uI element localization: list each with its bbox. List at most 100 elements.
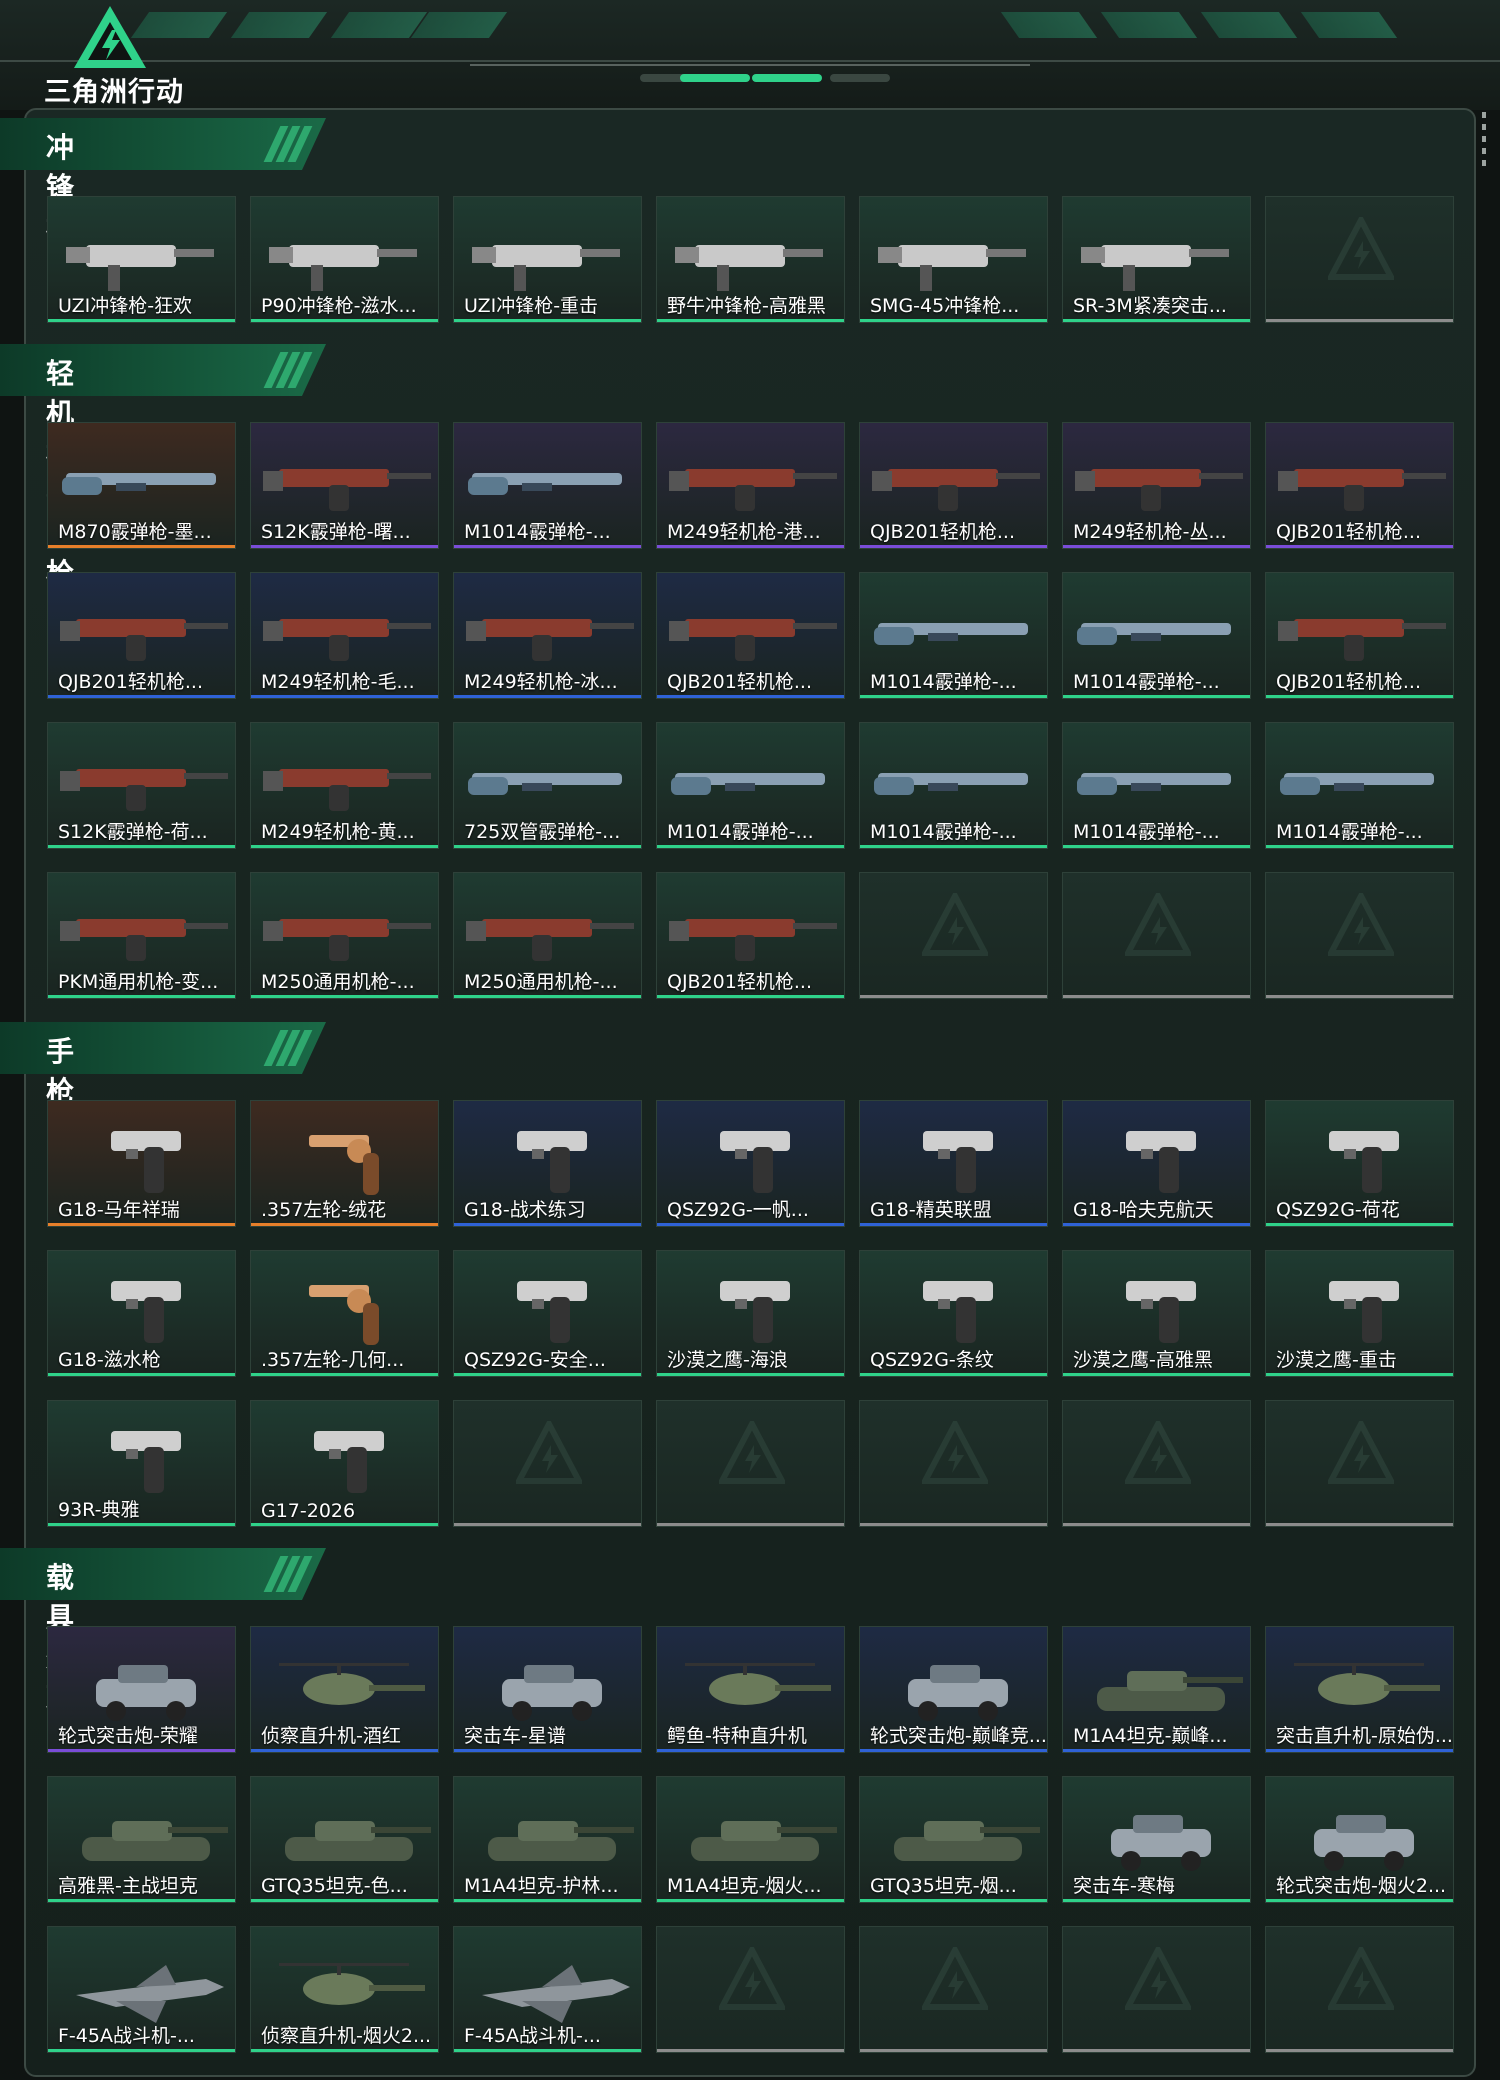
item-label: G18-精英联盟 <box>870 1199 992 1221</box>
shotgun-image-icon <box>671 773 825 795</box>
item-card[interactable]: .357左轮-几何... <box>250 1250 439 1377</box>
item-card[interactable]: 高雅黑-主战坦克 <box>47 1776 236 1903</box>
rarity-bar <box>251 1899 438 1902</box>
item-card[interactable]: M1014霰弹枪-... <box>859 572 1048 699</box>
item-card[interactable]: M1A4坦克-护林... <box>453 1776 642 1903</box>
item-card[interactable]: 725双管霰弹枪-... <box>453 722 642 849</box>
item-card[interactable]: 沙漠之鹰-高雅黑 <box>1062 1250 1251 1377</box>
item-card[interactable]: 侦察直升机-烟火2... <box>250 1926 439 2053</box>
item-card[interactable]: 突击车-星谱 <box>453 1626 642 1753</box>
item-card[interactable]: QJB201轻机枪... <box>1265 422 1454 549</box>
item-card[interactable]: QJB201轻机枪... <box>656 572 845 699</box>
lmg-image-icon <box>669 469 837 511</box>
item-card[interactable]: SR-3M紧凑突击... <box>1062 196 1251 323</box>
item-card[interactable]: M250通用机枪-... <box>250 872 439 999</box>
item-card[interactable]: G17-2026 <box>250 1400 439 1527</box>
item-card[interactable]: G18-马年祥瑞 <box>47 1100 236 1227</box>
revolver-image-icon <box>309 1135 379 1195</box>
item-card[interactable]: QJB201轻机枪... <box>1265 572 1454 699</box>
item-card[interactable]: M1014霰弹枪-... <box>859 722 1048 849</box>
item-label: UZI冲锋枪-狂欢 <box>58 295 193 317</box>
item-label: QSZ92G-安全... <box>464 1349 606 1371</box>
item-card[interactable]: M1014霰弹枪-... <box>656 722 845 849</box>
empty-slot <box>859 1400 1048 1527</box>
item-card[interactable]: 93R-典雅 <box>47 1400 236 1527</box>
item-card[interactable]: GTQ35坦克-烟... <box>859 1776 1048 1903</box>
item-label: PKM通用机枪-变... <box>58 971 219 993</box>
item-card[interactable]: QJB201轻机枪... <box>859 422 1048 549</box>
item-card[interactable]: S12K霰弹枪-曙... <box>250 422 439 549</box>
rarity-bar <box>860 1523 1047 1526</box>
rarity-bar <box>860 1899 1047 1902</box>
shotgun-image-icon <box>1077 773 1231 795</box>
empty-slot <box>1265 872 1454 999</box>
item-card[interactable]: 沙漠之鹰-海浪 <box>656 1250 845 1377</box>
scrollbar-handle[interactable] <box>1482 112 1486 172</box>
item-card[interactable]: 轮式突击炮-烟火2... <box>1265 1776 1454 1903</box>
item-card[interactable]: M249轻机枪-冰... <box>453 572 642 699</box>
item-card[interactable]: M1014霰弹枪-... <box>1062 572 1251 699</box>
rarity-bar <box>657 1899 844 1902</box>
item-card[interactable]: UZI冲锋枪-重击 <box>453 196 642 323</box>
item-card[interactable]: F-45A战斗机-... <box>47 1926 236 2053</box>
item-card[interactable]: P90冲锋枪-滋水... <box>250 196 439 323</box>
empty-slot <box>1062 872 1251 999</box>
delta-watermark-icon <box>1328 1947 1394 2010</box>
item-card[interactable]: 轮式突击炮-巅峰竞... <box>859 1626 1048 1753</box>
item-card[interactable]: M249轻机枪-丛... <box>1062 422 1251 549</box>
item-card[interactable]: M1A4坦克-巅峰... <box>1062 1626 1251 1753</box>
item-card[interactable]: QSZ92G-荷花 <box>1265 1100 1454 1227</box>
item-card[interactable]: M249轻机枪-毛... <box>250 572 439 699</box>
item-card[interactable]: M249轻机枪-黄... <box>250 722 439 849</box>
item-card[interactable]: UZI冲锋枪-狂欢 <box>47 196 236 323</box>
item-card[interactable]: PKM通用机枪-变... <box>47 872 236 999</box>
item-card[interactable]: 突击车-寒梅 <box>1062 1776 1251 1903</box>
item-card[interactable]: 沙漠之鹰-重击 <box>1265 1250 1454 1377</box>
item-card[interactable]: G18-精英联盟 <box>859 1100 1048 1227</box>
item-card[interactable]: QSZ92G-安全... <box>453 1250 642 1377</box>
item-card[interactable]: M1014霰弹枪-... <box>1062 722 1251 849</box>
item-label: .357左轮-绒花 <box>261 1199 387 1221</box>
item-card[interactable]: M249轻机枪-港... <box>656 422 845 549</box>
rarity-bar <box>1063 1523 1250 1526</box>
car-image-icon <box>1314 1815 1414 1871</box>
header-divider <box>0 60 1500 62</box>
rarity-bar <box>657 1523 844 1526</box>
item-card[interactable]: G18-滋水枪 <box>47 1250 236 1377</box>
item-card[interactable]: M1014霰弹枪-... <box>453 422 642 549</box>
item-label: F-45A战斗机-... <box>58 2025 195 2047</box>
heli-image-icon <box>279 1663 425 1705</box>
item-card[interactable]: M250通用机枪-... <box>453 872 642 999</box>
item-label: M249轻机枪-港... <box>667 521 821 543</box>
item-label: 轮式突击炮-荣耀 <box>58 1725 198 1747</box>
delta-watermark-icon <box>719 1947 785 2010</box>
rarity-bar <box>657 545 844 548</box>
item-card[interactable]: M1A4坦克-烟火... <box>656 1776 845 1903</box>
item-card[interactable]: 轮式突击炮-荣耀 <box>47 1626 236 1753</box>
pistol-image-icon <box>111 1431 181 1493</box>
item-label: GTQ35坦克-烟... <box>870 1875 1017 1897</box>
item-card[interactable]: 鳄鱼-特种直升机 <box>656 1626 845 1753</box>
item-card[interactable]: M1014霰弹枪-... <box>1265 722 1454 849</box>
item-card[interactable]: 突击直升机-原始伪... <box>1265 1626 1454 1753</box>
rarity-bar <box>251 1749 438 1752</box>
item-card[interactable]: .357左轮-绒花 <box>250 1100 439 1227</box>
item-card[interactable]: F-45A战斗机-... <box>453 1926 642 2053</box>
item-card[interactable]: QSZ92G-条纹 <box>859 1250 1048 1377</box>
item-card[interactable]: M870霰弹枪-墨... <box>47 422 236 549</box>
pistol-image-icon <box>517 1131 587 1193</box>
lmg-image-icon <box>669 619 837 661</box>
item-card[interactable]: G18-战术练习 <box>453 1100 642 1227</box>
item-label: G17-2026 <box>261 1500 356 1522</box>
item-card[interactable]: QJB201轻机枪... <box>656 872 845 999</box>
item-card[interactable]: 侦察直升机-酒红 <box>250 1626 439 1753</box>
item-card[interactable]: GTQ35坦克-色... <box>250 1776 439 1903</box>
item-card[interactable]: QJB201轻机枪... <box>47 572 236 699</box>
item-card[interactable]: 野牛冲锋枪-高雅黑 <box>656 196 845 323</box>
item-card[interactable]: S12K霰弹枪-荷... <box>47 722 236 849</box>
item-card[interactable]: G18-哈夫克航天 <box>1062 1100 1251 1227</box>
item-card[interactable]: SMG-45冲锋枪... <box>859 196 1048 323</box>
item-card[interactable]: QSZ92G-一帆... <box>656 1100 845 1227</box>
item-label: M250通用机枪-... <box>261 971 415 993</box>
rarity-bar <box>657 695 844 698</box>
